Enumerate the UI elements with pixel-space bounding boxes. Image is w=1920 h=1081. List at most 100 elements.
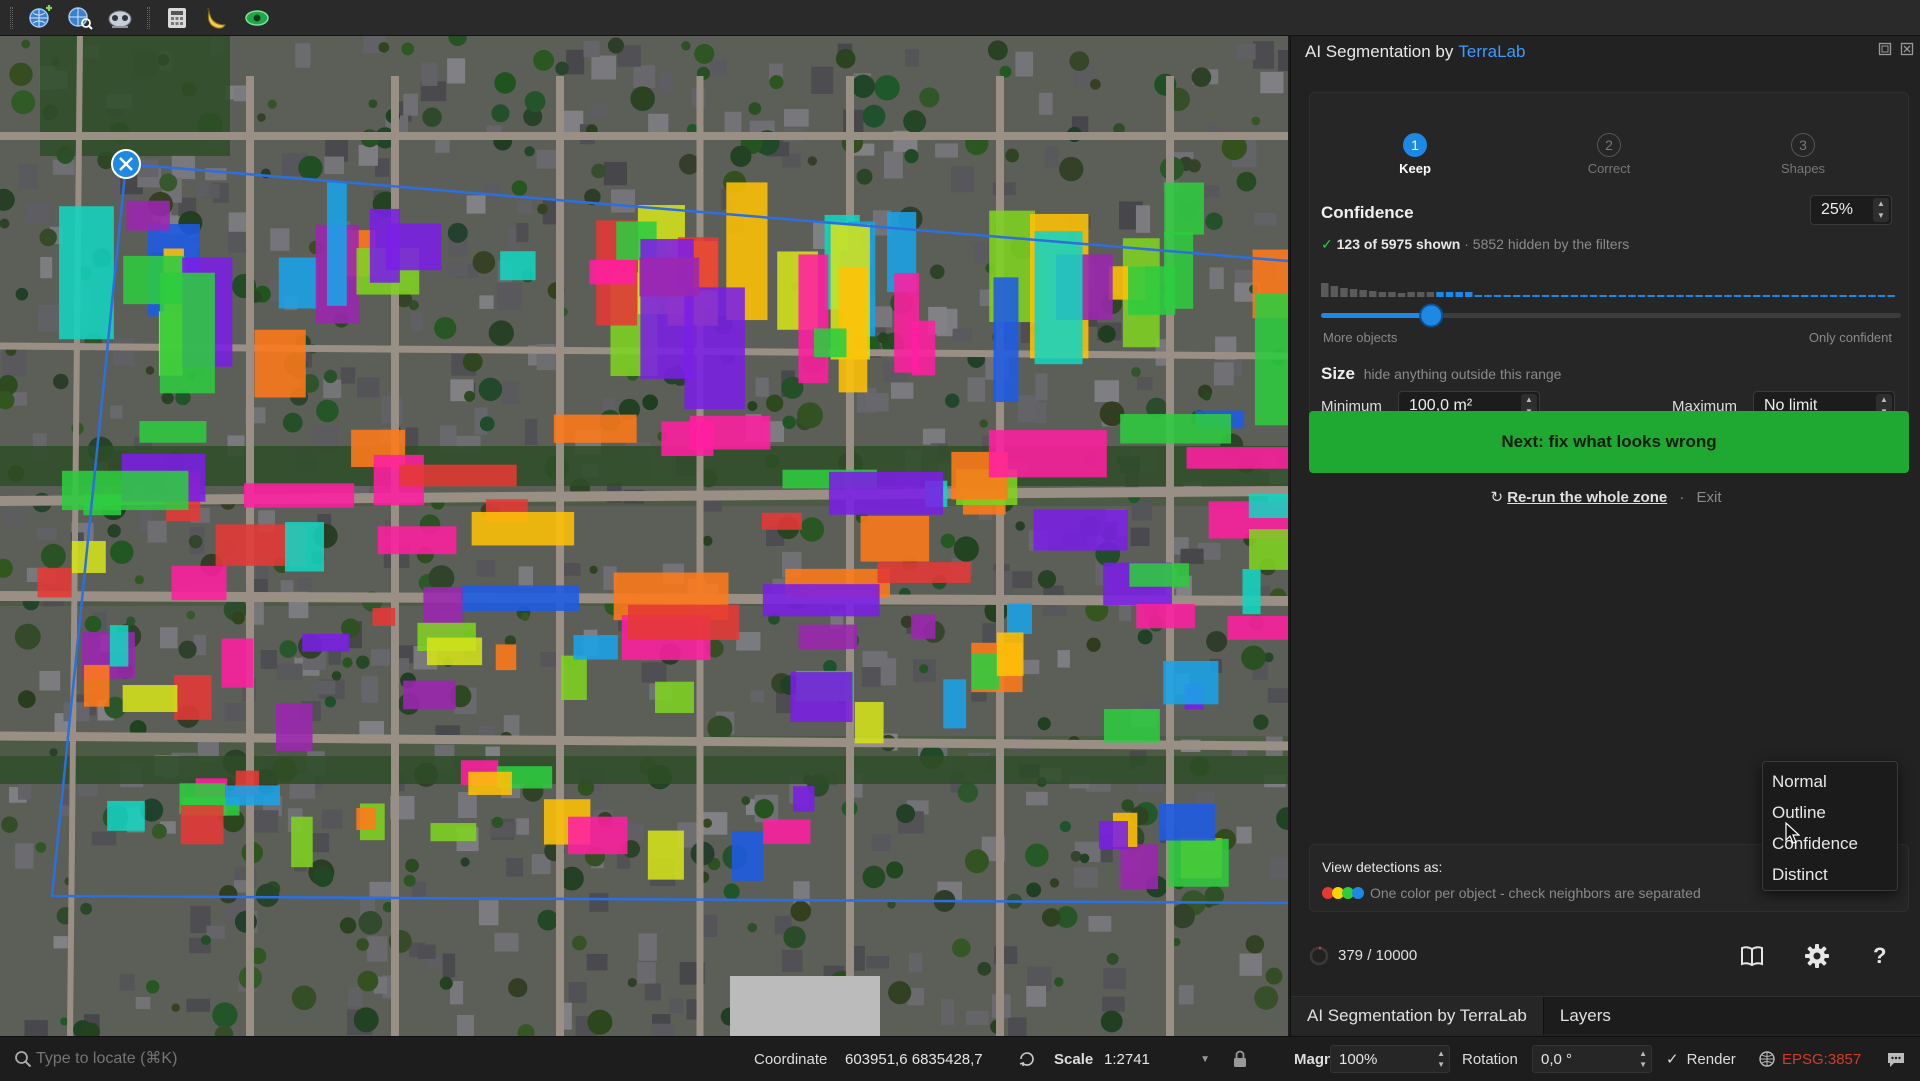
segmentation-mask bbox=[762, 584, 880, 617]
spin-arrows[interactable]: ▲▼ bbox=[1873, 198, 1889, 222]
house-roof bbox=[159, 627, 178, 649]
tree bbox=[856, 168, 873, 185]
house-roof bbox=[18, 164, 38, 189]
messages-icon[interactable] bbox=[1886, 1037, 1906, 1081]
view-mode-normal[interactable]: Normal bbox=[1763, 766, 1897, 797]
segmentation-mask bbox=[61, 470, 189, 511]
tree bbox=[1241, 645, 1266, 670]
house-roof bbox=[641, 662, 667, 683]
histogram-bar bbox=[1666, 295, 1675, 297]
crs-button[interactable]: EPSG:3857 bbox=[1758, 1037, 1861, 1081]
tree bbox=[9, 62, 33, 87]
segmentation-mask bbox=[159, 272, 215, 394]
magnifier-spinbox[interactable]: 100% ▲ ▼ bbox=[1330, 1045, 1450, 1073]
house-roof bbox=[312, 833, 330, 853]
house-roof bbox=[583, 40, 600, 58]
segmentation-mask bbox=[291, 816, 313, 868]
status-bar: Coordinate 603951,6 6835428,7 Scale 1:27… bbox=[0, 1036, 1920, 1080]
spin-arrows[interactable]: ▲▼ bbox=[1639, 1048, 1647, 1070]
tree bbox=[17, 690, 36, 709]
step-correct[interactable]: 2 Correct bbox=[1549, 133, 1669, 176]
render-checkbox[interactable]: ✓ Render bbox=[1666, 1037, 1736, 1081]
tree bbox=[21, 39, 31, 49]
gear-icon[interactable] bbox=[1804, 943, 1830, 969]
histogram-bar bbox=[1445, 292, 1454, 297]
tree bbox=[748, 102, 762, 115]
house-roof bbox=[361, 676, 378, 703]
toggle-extents-icon[interactable] bbox=[1018, 1037, 1036, 1081]
model-icon[interactable] bbox=[103, 3, 137, 33]
house-roof bbox=[536, 149, 558, 169]
tree bbox=[1202, 391, 1212, 401]
spin-arrows[interactable]: ▲▼ bbox=[1437, 1048, 1445, 1070]
toolbar-grip[interactable] bbox=[147, 6, 150, 29]
map-canvas[interactable] bbox=[0, 36, 1288, 1036]
scale-combo[interactable]: 1:2741 ▼ bbox=[1096, 1045, 1214, 1073]
segmentation-mask bbox=[468, 771, 512, 795]
lock-icon[interactable] bbox=[1232, 1037, 1248, 1081]
segmentation-mask bbox=[655, 681, 694, 714]
next-step-button[interactable]: Next: fix what looks wrong bbox=[1309, 411, 1909, 473]
float-panel-icon[interactable] bbox=[1877, 42, 1893, 58]
tree bbox=[35, 842, 47, 853]
rerun-zone-link[interactable]: Re-run the whole zone bbox=[1507, 489, 1667, 506]
toolbar-grip[interactable] bbox=[10, 6, 13, 29]
book-icon[interactable] bbox=[1739, 944, 1765, 968]
house-roof bbox=[295, 43, 311, 68]
tree bbox=[741, 796, 751, 805]
house-roof bbox=[1045, 145, 1059, 168]
tree bbox=[1131, 367, 1141, 377]
search-globe-icon[interactable] bbox=[63, 3, 97, 33]
add-globe-icon[interactable] bbox=[23, 3, 57, 33]
close-panel-icon[interactable] bbox=[1899, 42, 1915, 58]
tree bbox=[323, 369, 338, 384]
view-description: One color per object - check neighbors a… bbox=[1370, 885, 1701, 901]
house-roof bbox=[310, 680, 336, 695]
tree bbox=[862, 104, 886, 128]
segmentation-mask bbox=[243, 483, 355, 508]
locate-search-input[interactable] bbox=[36, 1045, 276, 1073]
eye-icon[interactable] bbox=[240, 3, 274, 33]
step-keep[interactable]: 1 Keep bbox=[1355, 133, 1475, 176]
rotation-spinbox[interactable]: 0,0 ° ▲ ▼ bbox=[1532, 1045, 1652, 1073]
tab-layers[interactable]: Layers bbox=[1544, 997, 1627, 1035]
histogram-bar bbox=[1522, 295, 1531, 297]
shown-count: ✓ 123 of 5975 shown · 5852 hidden by the… bbox=[1321, 236, 1629, 253]
panel-title: AI Segmentation by TerraLab bbox=[1305, 40, 1525, 64]
coordinate-field[interactable]: 603951,6 6835428,7 bbox=[837, 1045, 1009, 1073]
segmentation-mask bbox=[500, 251, 536, 281]
aerial-map[interactable] bbox=[0, 36, 1288, 1036]
chevron-down-icon[interactable]: ▼ bbox=[1200, 1054, 1210, 1065]
slider-handle[interactable] bbox=[1419, 303, 1444, 328]
rotation-value: 0,0 ° bbox=[1541, 1050, 1573, 1068]
step-shapes[interactable]: 3 Shapes bbox=[1743, 133, 1863, 176]
segmentation-mask bbox=[1249, 529, 1288, 570]
tree bbox=[1005, 148, 1020, 163]
segmentation-mask bbox=[560, 655, 587, 700]
tree bbox=[681, 41, 691, 51]
house-roof bbox=[781, 949, 803, 973]
calculator-icon[interactable] bbox=[160, 3, 194, 33]
house-roof bbox=[110, 405, 123, 419]
view-mode-dropdown[interactable]: Normal Outline Confidence Distinct bbox=[1762, 761, 1898, 891]
segmentation-mask bbox=[971, 653, 1000, 690]
tree bbox=[851, 74, 875, 98]
view-mode-distinct[interactable]: Distinct bbox=[1763, 859, 1897, 890]
tree bbox=[178, 640, 197, 659]
tab-ai-segmentation[interactable]: AI Segmentation by TerraLab bbox=[1291, 996, 1544, 1035]
segmentation-mask bbox=[284, 522, 325, 572]
help-icon[interactable]: ? bbox=[1873, 943, 1886, 969]
banana-icon[interactable] bbox=[200, 3, 234, 33]
segmentation-mask bbox=[37, 567, 72, 598]
house-roof bbox=[516, 222, 529, 242]
house-roof bbox=[637, 962, 656, 984]
confidence-spinbox[interactable]: 25% ▲ ▼ bbox=[1810, 195, 1892, 225]
exit-link[interactable]: Exit bbox=[1697, 489, 1722, 506]
tree bbox=[146, 980, 160, 994]
segmentation-mask bbox=[790, 672, 853, 723]
house-roof bbox=[1131, 501, 1153, 521]
tree bbox=[524, 146, 535, 157]
histogram-bar bbox=[1359, 290, 1367, 297]
render-label: Render bbox=[1686, 1050, 1736, 1068]
house-roof bbox=[1102, 996, 1125, 1012]
